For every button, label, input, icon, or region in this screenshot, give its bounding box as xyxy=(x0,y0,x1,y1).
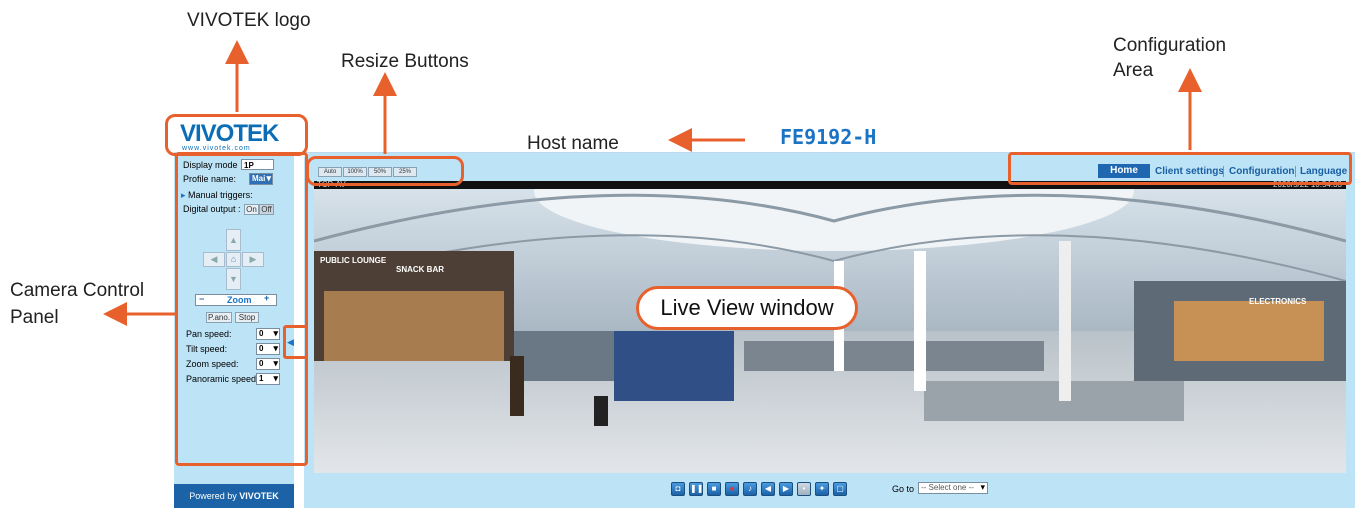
speaker-icon[interactable]: ◀ xyxy=(761,482,775,496)
footer-logo: VIVOTEK xyxy=(239,491,279,501)
goto-select[interactable]: -- Select one -- xyxy=(918,482,988,494)
ptz-icon[interactable]: ✦ xyxy=(815,482,829,496)
annotation-live-view: Live View window xyxy=(636,286,858,330)
goto-label: Go to xyxy=(892,484,915,494)
sign-public-lounge: PUBLIC LOUNGE xyxy=(320,256,387,265)
fullscreen-icon[interactable]: ▢ xyxy=(833,482,847,496)
mute-icon[interactable]: • xyxy=(797,482,811,496)
sign-snack-bar: SNACK BAR xyxy=(396,265,444,274)
callout-logo-box xyxy=(165,114,308,156)
stop-icon[interactable]: ■ xyxy=(707,482,721,496)
callout-camera-panel-box xyxy=(175,152,308,466)
snapshot-icon[interactable]: ◘ xyxy=(671,482,685,496)
annotation-camera-line2: Panel xyxy=(10,307,59,328)
callout-config-box xyxy=(1008,152,1352,185)
annotation-logo: VIVOTEK logo xyxy=(187,10,311,31)
sign-electronics: ELECTRONICS xyxy=(1249,297,1307,306)
annotation-camera-line1: Camera Control xyxy=(10,280,145,301)
talk-icon[interactable]: ▶ xyxy=(779,482,793,496)
annotation-config-line2: Area xyxy=(1113,60,1154,81)
powered-by-footer: Powered by VIVOTEK xyxy=(174,484,294,508)
volume-icon[interactable]: ♪ xyxy=(743,482,757,496)
annotation-config-line1: Configuration xyxy=(1113,35,1227,56)
record-icon[interactable]: ● xyxy=(725,482,739,496)
callout-resize-box xyxy=(306,156,464,186)
host-name: FE9192-H xyxy=(780,125,877,149)
annotation-resize: Resize Buttons xyxy=(341,51,469,72)
powered-by-text: Powered by xyxy=(189,491,237,501)
callout-collapse-box xyxy=(283,325,308,359)
pause-icon[interactable]: ❚❚ xyxy=(689,482,703,496)
